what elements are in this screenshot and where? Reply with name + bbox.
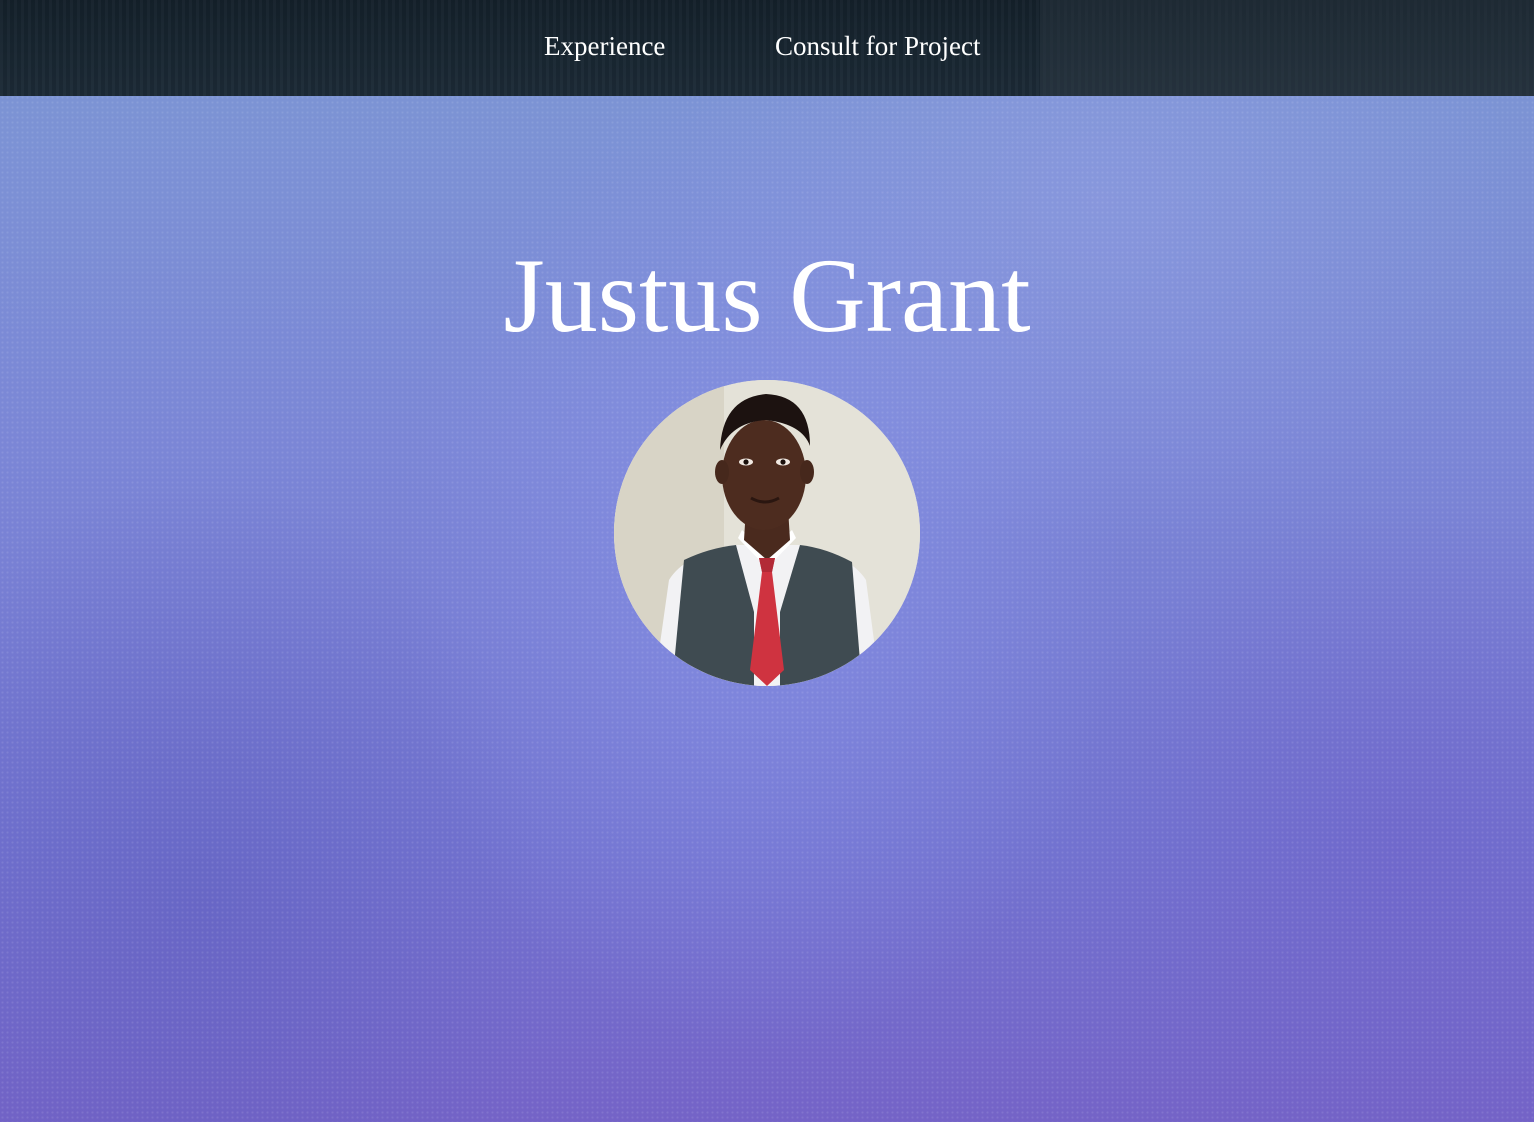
top-navbar: Experience Consult for Project xyxy=(0,0,1534,96)
avatar xyxy=(614,380,920,686)
nav-link-consult-for-project[interactable]: Consult for Project xyxy=(775,28,980,64)
avatar-portrait xyxy=(614,380,920,686)
nav-link-experience[interactable]: Experience xyxy=(544,28,665,64)
navbar-panel xyxy=(1040,0,1534,96)
page-title: Justus Grant xyxy=(503,237,1031,354)
